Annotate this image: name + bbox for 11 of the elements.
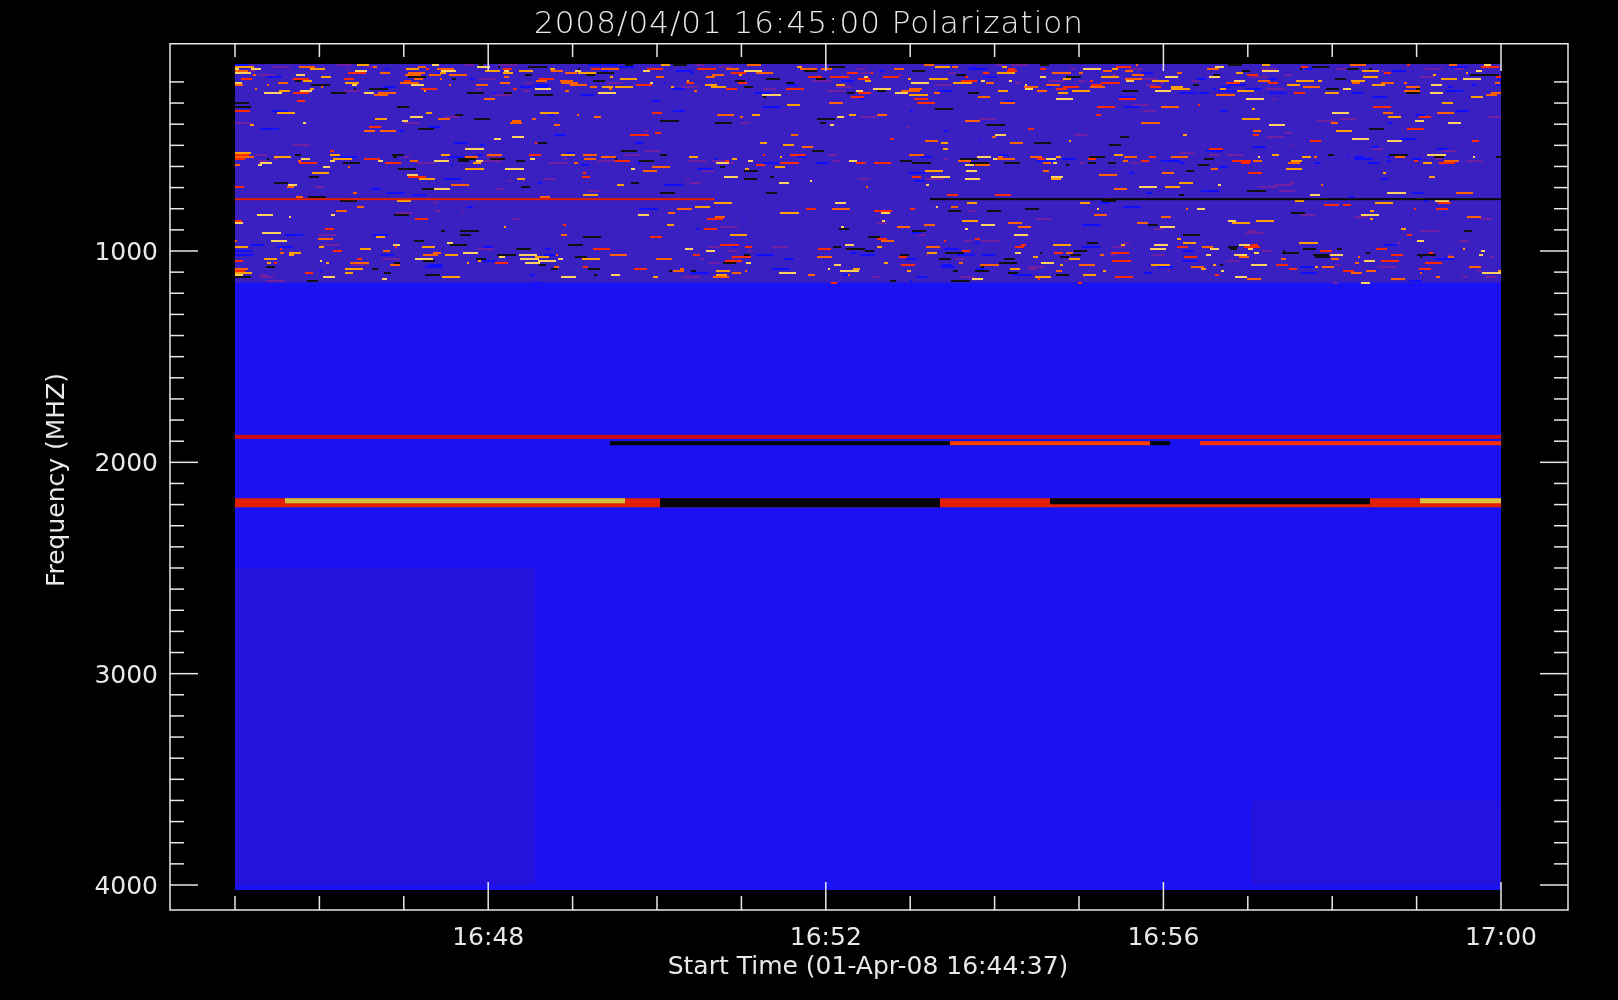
y-tick-label: 4000 <box>94 871 158 900</box>
x-tick-label: 17:00 <box>1465 922 1537 951</box>
y-tick-label: 1000 <box>94 237 158 266</box>
y-tick-label: 2000 <box>94 448 158 478</box>
y-axis-label: Frequency (MHZ) <box>41 372 70 588</box>
x-tick-label: 16:52 <box>789 922 862 951</box>
x-tick-label: 16:56 <box>1127 922 1200 951</box>
y-tick-label: 3000 <box>94 659 158 689</box>
x-axis-label: Start Time (01-Apr-08 16:44:37) <box>667 951 1069 980</box>
plot-title: 2008/04/01 16:45:00 Polarization <box>534 3 1084 40</box>
x-tick-label: 16:48 <box>452 922 525 951</box>
